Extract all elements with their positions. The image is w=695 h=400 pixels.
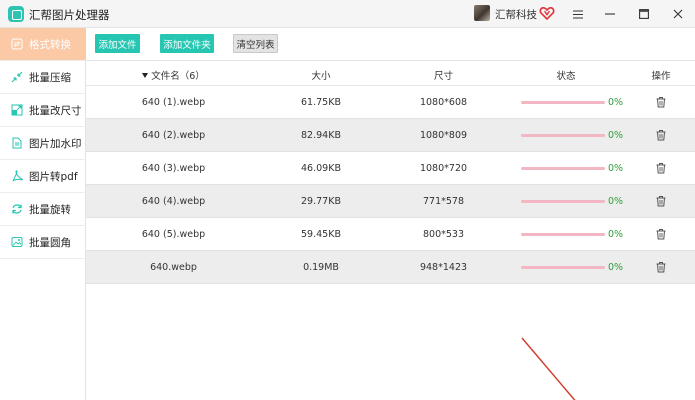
add-file-button[interactable]: 添加文件	[95, 34, 140, 53]
file-dimensions: 948*1423	[419, 262, 468, 273]
table-row[interactable]: 640 (5).webp 59.45KB 800*533 0%	[86, 218, 695, 251]
table-row[interactable]: 640 (4).webp 29.77KB 771*578 0%	[86, 185, 695, 218]
table-row[interactable]: 640.webp 0.19MB 948*1423 0%	[86, 251, 695, 284]
minimize-button[interactable]	[600, 4, 620, 24]
column-header-name-label: 文件名（6）	[151, 71, 205, 82]
progress-percent: 0%	[608, 163, 624, 174]
column-header-status: 状态	[556, 71, 576, 82]
file-dimensions: 771*578	[422, 196, 464, 207]
progress-percent: 0%	[608, 229, 624, 240]
sidebar-item-label: 图片转pdf	[29, 170, 78, 183]
file-name: 640.webp	[150, 262, 197, 273]
sidebar: 格式转换 批量压缩 批量改尺寸 图片加水印 图片转pdf 批量旋转 批量圆角	[0, 28, 86, 400]
rounded-corner-icon	[11, 236, 23, 248]
delete-icon[interactable]	[655, 195, 667, 207]
close-icon	[673, 9, 683, 19]
column-header-dimensions: 尺寸	[433, 71, 453, 82]
file-size: 59.45KB	[301, 229, 341, 240]
file-size: 61.75KB	[301, 97, 341, 108]
format-convert-icon	[11, 38, 23, 50]
close-button[interactable]	[668, 4, 688, 24]
column-header-action: 操作	[651, 71, 671, 82]
resize-icon	[11, 104, 23, 116]
table-row[interactable]: 640 (3).webp 46.09KB 1080*720 0%	[86, 152, 695, 185]
delete-icon[interactable]	[655, 162, 667, 174]
sidebar-item-compress[interactable]: 批量压缩	[0, 61, 86, 94]
file-name: 640 (2).webp	[141, 130, 206, 141]
progress-bar	[521, 233, 605, 236]
sidebar-item-label: 图片加水印	[29, 137, 82, 150]
sidebar-item-label: 格式转换	[29, 38, 71, 51]
sidebar-item-label: 批量压缩	[29, 71, 71, 84]
progress-bar	[521, 167, 605, 170]
maximize-button[interactable]	[634, 4, 654, 24]
user-name[interactable]: 汇帮科技	[495, 7, 537, 22]
file-size: 82.94KB	[301, 130, 341, 141]
user-avatar[interactable]	[474, 5, 490, 21]
progress-bar	[521, 134, 605, 137]
file-dimensions: 800*533	[422, 229, 464, 240]
maximize-icon	[639, 9, 649, 19]
sidebar-item-label: 批量旋转	[29, 203, 71, 216]
compress-icon	[11, 71, 23, 83]
file-name: 640 (1).webp	[141, 97, 206, 108]
table-row[interactable]: 640 (1).webp 61.75KB 1080*608 0%	[86, 86, 695, 119]
file-size: 29.77KB	[301, 196, 341, 207]
file-name: 640 (4).webp	[141, 196, 206, 207]
sidebar-item-watermark[interactable]: 图片加水印	[0, 127, 86, 160]
table-header: 文件名（6） 大小 尺寸 状态 操作	[86, 60, 695, 86]
delete-icon[interactable]	[655, 129, 667, 141]
menu-button[interactable]	[568, 4, 588, 24]
sidebar-item-rotate[interactable]: 批量旋转	[0, 193, 86, 226]
app-logo-icon	[8, 6, 24, 22]
pdf-icon	[11, 170, 23, 182]
progress-percent: 0%	[608, 97, 624, 108]
file-dimensions: 1080*809	[419, 130, 468, 141]
minimize-icon	[605, 13, 615, 15]
progress-percent: 0%	[608, 262, 624, 273]
sidebar-item-resize[interactable]: 批量改尺寸	[0, 94, 86, 127]
table-row[interactable]: 640 (2).webp 82.94KB 1080*809 0%	[86, 119, 695, 152]
sidebar-item-rounded-corner[interactable]: 批量圆角	[0, 226, 86, 259]
sort-desc-icon[interactable]	[142, 73, 149, 78]
hamburger-icon	[573, 10, 583, 18]
delete-icon[interactable]	[655, 228, 667, 240]
file-name: 640 (3).webp	[141, 163, 206, 174]
app-title: 汇帮图片处理器	[29, 8, 110, 22]
file-dimensions: 1080*720	[419, 163, 468, 174]
progress-percent: 0%	[608, 196, 624, 207]
delete-icon[interactable]	[655, 96, 667, 108]
file-size: 0.19MB	[303, 262, 339, 273]
sidebar-item-to-pdf[interactable]: 图片转pdf	[0, 160, 86, 193]
clear-list-button[interactable]: 清空列表	[233, 34, 278, 53]
add-folder-button[interactable]: 添加文件夹	[160, 34, 214, 53]
rotate-icon	[11, 203, 23, 215]
sidebar-item-label: 批量改尺寸	[29, 104, 82, 117]
progress-bar	[521, 101, 605, 104]
delete-icon[interactable]	[655, 261, 667, 273]
title-bar: 汇帮图片处理器 汇帮科技	[0, 0, 695, 28]
progress-bar	[521, 266, 605, 269]
file-size: 46.09KB	[301, 163, 341, 174]
vip-heart-icon[interactable]	[539, 5, 555, 21]
decorative-stroke	[521, 337, 576, 400]
toolbar: 添加文件 添加文件夹 清空列表	[86, 28, 695, 60]
sidebar-item-label: 批量圆角	[29, 236, 71, 249]
progress-bar	[521, 200, 605, 203]
progress-percent: 0%	[608, 130, 624, 141]
sidebar-item-format-convert[interactable]: 格式转换	[0, 28, 86, 61]
file-name: 640 (5).webp	[141, 229, 206, 240]
file-dimensions: 1080*608	[419, 97, 468, 108]
column-header-size: 大小	[311, 71, 331, 82]
column-header-name[interactable]: 文件名（6）	[126, 68, 221, 82]
watermark-icon	[11, 137, 23, 149]
